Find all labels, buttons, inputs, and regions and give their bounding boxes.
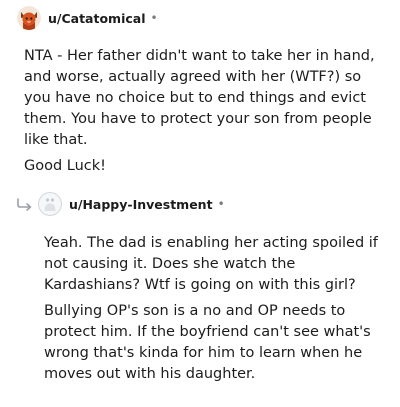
separator-dot: •: [150, 11, 158, 25]
reply-arrow-icon: [17, 198, 32, 211]
fox-avatar-icon[interactable]: [17, 6, 41, 30]
comment-paragraph: Good Luck!: [24, 158, 106, 174]
username[interactable]: u/Catatomical: [48, 11, 146, 26]
comment-body: NTA - Her father didn't want to take her…: [24, 46, 382, 177]
comment-paragraph: Yeah. The dad is enabling her acting spo…: [44, 235, 378, 293]
separator-dot: •: [217, 197, 225, 211]
comment-paragraph: Bullying OP's son is a no and OP needs t…: [44, 303, 371, 382]
comment-body: Yeah. The dad is enabling her acting spo…: [44, 233, 384, 385]
comment-paragraph: NTA - Her father didn't want to take her…: [24, 48, 375, 148]
comment-header: u/Happy-Investment •: [38, 192, 225, 216]
username[interactable]: u/Happy-Investment: [69, 197, 213, 212]
comment-header: u/Catatomical •: [17, 6, 158, 30]
default-avatar-icon[interactable]: [38, 192, 62, 216]
